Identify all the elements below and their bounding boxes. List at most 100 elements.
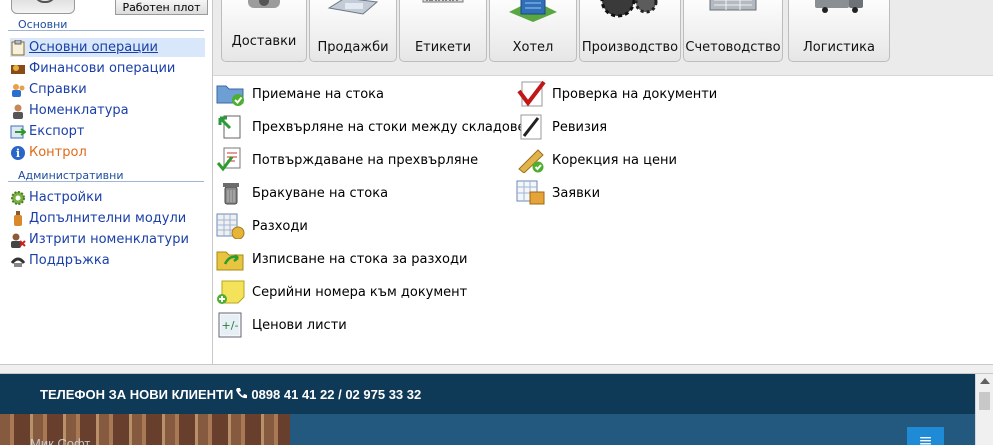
op-label: Ревизия [552,119,608,135]
op-price-correction[interactable]: Корекция на цени [516,148,677,174]
folder-arrow-icon [216,246,246,272]
op-label: Проверка на документи [552,86,718,102]
op-label: Ценови листи [252,317,347,333]
sidebar-item-reports[interactable]: Справки [10,80,205,99]
transfer-icon [216,114,246,140]
info-icon: i [10,145,26,161]
section-main: Основни [0,18,212,33]
sticky-note-add-icon [216,279,246,305]
folder-check-icon [216,81,246,107]
delivery-icon [244,0,284,20]
operations-panel: Приемане на стока Прехвърляне на стоки м… [214,77,993,364]
module-hotel[interactable]: Хотел [489,0,577,62]
op-document-check[interactable]: Проверка на документи [516,80,718,107]
op-expenses[interactable]: Разходи [216,213,308,240]
sidebar-item-label: Контрол [29,145,87,160]
vertical-scrollbar[interactable] [975,374,993,445]
scroll-up-arrow-icon[interactable] [980,378,990,384]
module-production[interactable]: Производство [579,0,681,62]
sidebar-item-label: Справки [29,82,87,97]
sidebar-item-label: Настройки [29,190,103,205]
module-deliveries[interactable]: Доставки [221,0,307,62]
op-price-lists[interactable]: +/- Ценови листи [216,312,347,338]
op-label: Потвърждаване на прехвърляне [252,152,479,168]
module-logistics[interactable]: Логистика [788,0,890,62]
document-check-icon [516,80,546,107]
module-label: Етикети [414,40,472,55]
home-icon[interactable] [11,0,75,14]
trash-can-icon [216,180,246,206]
op-confirm-transfer[interactable]: Потвърждаване на прехвърляне [216,147,479,173]
cash-register-icon [325,0,381,24]
hamburger-menu-button[interactable]: ≡ [907,427,944,445]
section-divider [8,30,204,31]
sidebar-item-additional-modules[interactable]: Допълнителни модули [10,209,205,228]
orders-grid-icon [516,180,546,206]
svg-text:+/-: +/- [222,319,239,332]
price-list-icon: +/- [216,312,246,338]
export-icon [10,124,26,140]
op-write-off-for-expenses[interactable]: Изписване на стока за разходи [216,247,467,271]
op-revision[interactable]: Ревизия [516,114,608,140]
sidebar-item-label: Основни операции [29,40,158,55]
module-label: Продажби [317,40,389,55]
module-sales[interactable]: Продажби [309,0,397,62]
sidebar-item-label: Допълнителни модули [29,211,187,226]
op-orders[interactable]: Заявки [516,180,601,206]
op-label: Разходи [252,218,308,234]
op-label: Бракуване на стока [252,185,389,201]
phone-icon [10,253,26,269]
bottle-icon [10,210,26,227]
website-hero: Мик Софт ≡ [0,414,975,445]
gear-icon [10,190,26,206]
sidebar-item-export[interactable]: Експорт [10,122,205,141]
module-label: Доставки [231,34,297,49]
svg-text:i: i [16,147,20,160]
company-logo[interactable]: Мик Софт [30,436,90,445]
op-serial-numbers-to-document[interactable]: Серийни номера към документ [216,280,467,304]
person-icon [10,103,26,119]
barcode-icon [419,0,467,12]
module-labels[interactable]: Етикети [399,0,487,62]
calculator-coins-icon [216,213,246,240]
contact-banner: ТЕЛЕФОН ЗА НОВИ КЛИЕНТИ 0898 41 41 22 / … [0,374,975,414]
sidebar-item-control[interactable]: i Контрол [10,143,205,162]
op-scrap-goods[interactable]: Бракуване на стока [216,181,388,205]
sidebar-item-deleted-nomenclatures[interactable]: Изтрити номенклатури [10,230,205,249]
phone-label: ТЕЛЕФОН ЗА НОВИ КЛИЕНТИ [40,386,234,402]
module-label: Производство [581,40,679,55]
phone-numbers[interactable]: 0898 41 41 22 / 02 975 33 32 [251,387,421,402]
section-admin: Административни [0,169,212,184]
sidebar-item-label: Изтрити номенклатури [29,232,189,247]
ledger-icon [704,0,762,18]
scrollbar-thumb[interactable] [979,392,990,410]
module-label: Логистика [803,40,875,55]
checklist-icon [216,147,246,173]
op-label: Корекция на цени [552,152,677,168]
pen-icon [516,114,546,140]
gears-icon [594,0,666,24]
module-label: Хотел [512,40,554,55]
op-transfer-between-warehouses[interactable]: Прехвърляне на стоки между складове [216,115,526,139]
module-accounting[interactable]: Счетоводство [683,0,783,62]
sidebar-item-financial-operations[interactable]: Финансови операции [10,59,205,78]
panel-splitter[interactable] [0,364,993,374]
sidebar-item-settings[interactable]: Настройки [10,188,205,207]
work-desktop-button[interactable]: Работен плот [115,0,208,15]
op-label: Заявки [552,185,601,201]
op-label: Серийни номера към документ [252,284,468,300]
module-toolbar: Доставки Продажби Етикети Хотел Производ… [213,0,993,76]
sidebar-item-nomenclature[interactable]: Номенклатура [10,101,205,120]
sidebar-item-basic-operations[interactable]: Основни операции [10,38,205,57]
op-label: Прехвърляне на стоки между складове [252,119,526,135]
sidebar: Работен плот Основни Основни операции Фи… [0,0,213,364]
truck-icon [809,0,869,18]
section-divider [8,181,204,182]
phone-handset-icon [235,387,248,402]
op-receive-goods[interactable]: Приемане на стока [216,82,384,106]
people-icon [10,82,26,98]
sidebar-item-label: Поддръжка [29,253,110,268]
sidebar-item-label: Финансови операции [29,61,176,76]
clipboard-icon [10,39,26,56]
sidebar-item-support[interactable]: Поддръжка [10,251,205,270]
